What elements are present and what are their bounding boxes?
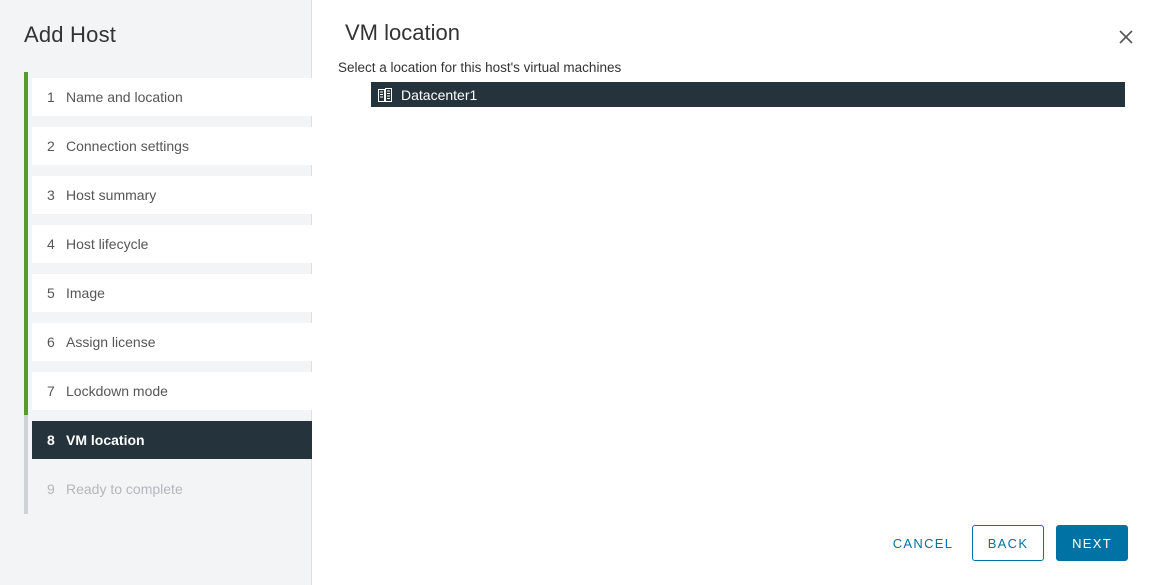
step-lockdown-mode[interactable]: 7 Lockdown mode [32,372,312,410]
step-image[interactable]: 5 Image [32,274,312,312]
tree-node-label: Datacenter1 [401,86,478,103]
step-label: Assign license [66,334,156,350]
step-ready-to-complete: 9 Ready to complete [32,470,312,508]
progress-fill [24,72,28,415]
step-number: 6 [47,334,55,350]
step-label: Ready to complete [66,481,183,497]
step-label: Host lifecycle [66,236,149,252]
step-number: 8 [47,432,55,448]
step-assign-license[interactable]: 6 Assign license [32,323,312,361]
step-host-lifecycle[interactable]: 4 Host lifecycle [32,225,312,263]
step-number: 4 [47,236,55,252]
step-number: 7 [47,383,55,399]
step-number: 9 [47,481,55,497]
close-icon [1119,30,1133,44]
step-vm-location[interactable]: 8 VM location [32,421,312,459]
step-label: Host summary [66,187,157,203]
step-label: Name and location [66,89,183,105]
step-number: 1 [47,89,55,105]
step-host-summary[interactable]: 3 Host summary [32,176,312,214]
step-number: 3 [47,187,55,203]
close-button[interactable] [1116,27,1136,47]
step-connection-settings[interactable]: 2 Connection settings [32,127,312,165]
step-name-and-location[interactable]: 1 Name and location [32,78,312,116]
tree-node-datacenter[interactable]: Datacenter1 [371,82,1125,107]
page-title: VM location [345,20,460,45]
step-number: 5 [47,285,55,301]
step-label: Connection settings [66,138,189,154]
step-number: 2 [47,138,55,154]
page-subtitle: Select a location for this host's virtua… [338,60,622,75]
step-label: Lockdown mode [66,383,168,399]
wizard-main: VM location Select a location for this h… [313,0,1152,585]
cancel-button[interactable]: CANCEL [880,525,966,561]
step-label: VM location [66,432,145,448]
add-host-dialog: Add Host 1 Name and location 2 Connectio… [0,0,1152,585]
datacenter-icon [377,87,393,103]
back-button[interactable]: BACK [972,525,1044,561]
wizard-sidebar: Add Host 1 Name and location 2 Connectio… [0,0,312,585]
next-button[interactable]: NEXT [1056,525,1128,561]
wizard-title: Add Host [24,22,117,47]
step-label: Image [66,285,105,301]
